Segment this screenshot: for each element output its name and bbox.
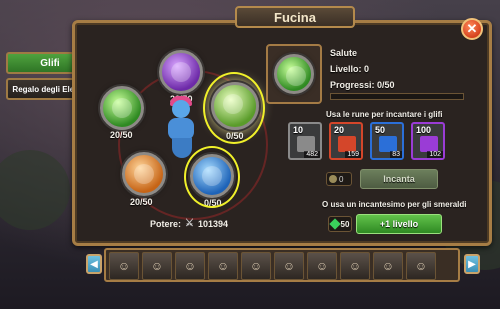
enchant-button[interactable]: Incanta xyxy=(360,169,438,189)
rune-purple-icon xyxy=(420,136,438,152)
rune-item[interactable]: 50 83 xyxy=(370,122,404,160)
rune-level: 50 xyxy=(375,125,386,135)
emerald-icon xyxy=(328,218,341,230)
hero-portrait[interactable]: ☺ xyxy=(208,252,238,280)
rune-blue-icon xyxy=(379,136,397,152)
glyph-level: Livello: 0 xyxy=(330,64,370,74)
emerald-cost-value: 50 xyxy=(340,219,350,229)
progress-bar xyxy=(330,93,464,100)
hero-portrait[interactable]: ☺ xyxy=(142,252,172,280)
rune-quantity: 83 xyxy=(390,151,402,158)
glyph-progress-label: Progressi: 0/50 xyxy=(330,80,395,90)
rune-quantity: 102 xyxy=(427,151,443,158)
glyph-purple[interactable] xyxy=(159,50,203,94)
chevron-right-icon[interactable]: ▶ xyxy=(464,254,480,274)
hero-portrait[interactable]: ☺ xyxy=(340,252,370,280)
hero-portrait[interactable]: ☺ xyxy=(307,252,337,280)
glyph-count: 20/50 xyxy=(130,197,153,207)
highlight-ring xyxy=(203,72,265,144)
highlight-ring xyxy=(184,146,240,208)
rune-gray-icon xyxy=(297,136,315,152)
rune-item[interactable]: 20 159 xyxy=(329,122,363,160)
coin-value: 0 xyxy=(339,174,344,184)
glyph-name: Salute xyxy=(330,48,358,58)
hero-genie-avatar xyxy=(164,96,198,160)
rune-quantity: 159 xyxy=(345,151,361,158)
hero-portrait[interactable]: ☺ xyxy=(175,252,205,280)
rune-level: 20 xyxy=(334,125,345,135)
rune-item[interactable]: 10 482 xyxy=(288,122,322,160)
power-display: Potere: ⚔ 101394 xyxy=(150,218,228,229)
page-title: Fucina xyxy=(235,6,355,28)
glyph-count: 20/50 xyxy=(110,130,133,140)
coin-icon xyxy=(329,175,337,183)
rune-red-icon xyxy=(338,136,356,152)
hero-portrait[interactable]: ☺ xyxy=(373,252,403,280)
emerald-section-title: O usa un incantesimo per gli smeraldi xyxy=(322,200,467,209)
chevron-left-icon[interactable]: ◀ xyxy=(86,254,102,274)
rune-quantity: 482 xyxy=(304,151,320,158)
hero-portrait[interactable]: ☺ xyxy=(406,252,436,280)
power-label: Potere: xyxy=(150,218,182,229)
emerald-cost: 50 xyxy=(328,216,352,232)
rune-level: 10 xyxy=(293,125,304,135)
plus-one-level-button[interactable]: +1 livello xyxy=(356,214,442,234)
crossed-swords-icon: ⚔ xyxy=(185,218,194,229)
hero-selector-strip: ☺ ☺ ☺ ☺ ☺ ☺ ☺ ☺ ☺ ☺ xyxy=(104,248,460,282)
glyph-green-icon xyxy=(274,54,314,94)
hero-portrait[interactable]: ☺ xyxy=(274,252,304,280)
power-value: 101394 xyxy=(197,218,229,229)
close-button[interactable]: ✕ xyxy=(461,18,483,40)
glyph-green[interactable] xyxy=(100,86,144,130)
rune-level: 100 xyxy=(416,125,432,135)
hero-portrait[interactable]: ☺ xyxy=(241,252,271,280)
selected-glyph-slot xyxy=(266,44,322,104)
coin-counter: 0 xyxy=(326,172,352,186)
hero-portrait[interactable]: ☺ xyxy=(109,252,139,280)
rune-item[interactable]: 100 102 xyxy=(411,122,445,160)
runes-section-title: Usa le rune per incantare i glifi xyxy=(326,110,443,119)
glyph-orange[interactable] xyxy=(122,152,166,196)
